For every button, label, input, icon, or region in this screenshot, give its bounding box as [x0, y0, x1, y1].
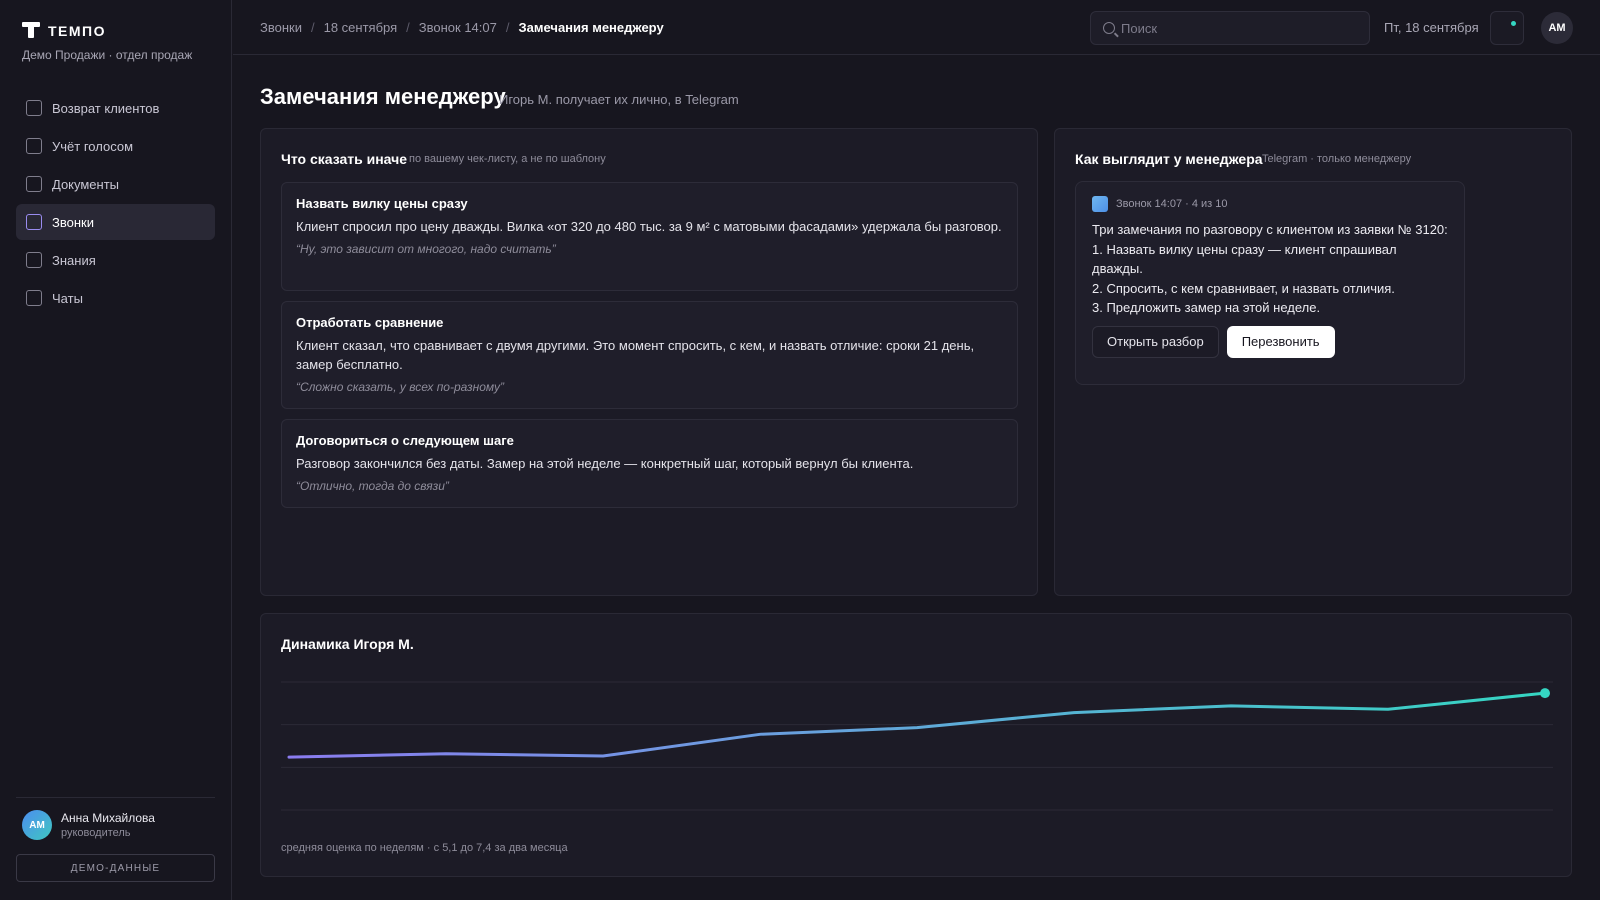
sidebar-divider: [16, 797, 215, 798]
current-user[interactable]: АМ Анна Михайлова руководитель: [22, 810, 155, 840]
sidebar-item-label: Звонки: [52, 214, 94, 230]
breadcrumb: Звонки / 18 сентября / Звонок 14:07 / За…: [260, 20, 664, 35]
avatar[interactable]: АМ: [1541, 12, 1573, 44]
note-item[interactable]: Отработать сравнение Клиент сказал, что …: [281, 301, 1018, 409]
square-icon: [26, 214, 42, 230]
breadcrumb-date[interactable]: 18 сентября: [324, 20, 398, 35]
logo-icon: [22, 22, 40, 40]
open-review-button[interactable]: Открыть разбор: [1092, 325, 1219, 358]
chart-point-latest[interactable]: [1540, 688, 1550, 699]
message-meta: Звонок 14:07 · 4 из 10: [1116, 198, 1228, 210]
sidebar: ТЕМПО Демо Продажи · отдел продаж Возвра…: [0, 0, 232, 900]
square-icon: [26, 138, 42, 154]
card-hint: по вашему чек-листу, а не по шаблону: [409, 153, 606, 165]
preview-card: Как выглядит у менеджера Telegram · толь…: [1054, 128, 1572, 596]
square-icon: [26, 290, 42, 306]
telegram-message: Звонок 14:07 · 4 из 10 Три замечания по …: [1075, 181, 1465, 385]
user-name: Анна Михайлова: [61, 811, 155, 825]
card-title: Как выглядит у менеджера: [1075, 151, 1263, 167]
message-body: Три замечания по разговору с клиентом из…: [1092, 220, 1448, 318]
demo-data-button[interactable]: ДЕМО-ДАННЫЕ: [16, 854, 215, 882]
breadcrumb-separator: /: [310, 20, 315, 35]
topbar: Звонки / 18 сентября / Звонок 14:07 / За…: [233, 0, 1600, 55]
search-icon: [1103, 22, 1115, 34]
dynamics-card: Динамика Игоря М. средняя оценка по неде…: [260, 613, 1572, 877]
brand-name: ТЕМПО: [48, 23, 107, 39]
card-hint: Telegram · только менеджеру: [1262, 153, 1412, 165]
message-line: 3. Предложить замер на этой неделе.: [1092, 300, 1321, 315]
note-title: Назвать вилку цены сразу: [296, 196, 468, 211]
note-item[interactable]: Назвать вилку цены сразу Клиент спросил …: [281, 182, 1018, 291]
status-dot-icon: [1511, 21, 1516, 26]
sidebar-item-label: Учёт голосом: [52, 138, 134, 154]
user-role: руководитель: [61, 827, 131, 839]
current-date: Пт, 18 сентября: [1384, 20, 1479, 35]
square-icon: [26, 252, 42, 268]
sidebar-item-knowledge[interactable]: Знания: [16, 242, 215, 278]
sidebar-item-returns[interactable]: Возврат клиентов: [16, 90, 215, 126]
call-back-button[interactable]: Перезвонить: [1226, 325, 1335, 358]
note-text: Клиент спросил про цену дважды. Вилка «о…: [296, 219, 1002, 234]
card-title: Что сказать иначе: [281, 151, 408, 167]
page-subtitle: Игорь М. получает их лично, в Telegram: [499, 92, 739, 107]
sidebar-item-label: Чаты: [52, 290, 83, 306]
search-box[interactable]: [1090, 11, 1370, 45]
message-line: 1. Назвать вилку цены сразу — клиент спр…: [1092, 241, 1397, 277]
brand[interactable]: ТЕМПО: [22, 22, 106, 40]
note-quote: “Отлично, тогда до связи”: [296, 479, 449, 493]
breadcrumb-calls[interactable]: Звонки: [260, 20, 302, 35]
note-text: Клиент сказал, что сравнивает с двумя др…: [296, 338, 975, 372]
note-quote: “Ну, это зависит от многого, надо считат…: [296, 242, 556, 256]
square-icon: [26, 176, 42, 192]
square-icon: [26, 100, 42, 116]
message-line: 2. Спросить, с кем сравнивает, и назвать…: [1092, 280, 1395, 296]
breadcrumb-separator: /: [505, 20, 510, 35]
search-input[interactable]: [1121, 20, 1341, 36]
note-text: Разговор закончился без даты. Замер на э…: [296, 456, 914, 471]
chart-caption: средняя оценка по неделям · с 5,1 до 7,4…: [281, 842, 568, 854]
sidebar-item-label: Возврат клиентов: [52, 100, 160, 116]
sidebar-item-chats[interactable]: Чаты: [16, 280, 215, 316]
note-title: Договориться о следующем шаге: [296, 433, 514, 448]
telegram-icon: [1092, 196, 1108, 212]
notes-card: Что сказать иначе по вашему чек-листу, а…: [260, 128, 1038, 596]
sidebar-item-voice[interactable]: Учёт голосом: [16, 128, 215, 164]
avatar: АМ: [22, 810, 52, 840]
notifications-button[interactable]: [1490, 11, 1524, 45]
note-quote: “Сложно сказать, у всех по-разному”: [296, 380, 504, 394]
note-item[interactable]: Договориться о следующем шаге Разговор з…: [281, 419, 1018, 508]
note-title: Отработать сравнение: [296, 315, 444, 330]
score-line-chart: [281, 681, 1553, 811]
breadcrumb-call[interactable]: Звонок 14:07: [419, 20, 497, 35]
message-line: Три замечания по разговору с клиентом из…: [1092, 222, 1448, 237]
page-title: Замечания менеджеру: [260, 84, 506, 109]
org-name: Демо Продажи · отдел продаж: [22, 48, 193, 62]
sidebar-item-label: Знания: [52, 252, 96, 268]
sidebar-item-documents[interactable]: Документы: [16, 166, 215, 202]
breadcrumb-separator: /: [406, 20, 410, 35]
breadcrumb-current: Замечания менеджеру: [518, 20, 664, 35]
sidebar-nav: Возврат клиентов Учёт голосом Документы …: [16, 90, 215, 318]
sidebar-item-calls[interactable]: Звонки: [16, 204, 215, 240]
sidebar-item-label: Документы: [52, 176, 120, 192]
